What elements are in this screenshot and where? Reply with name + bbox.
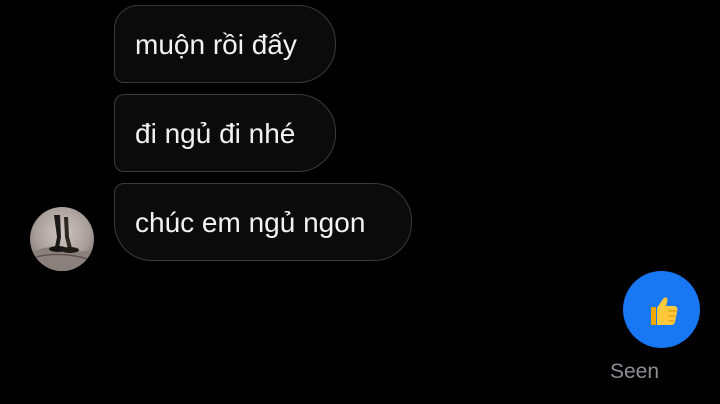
- message-text: chúc em ngủ ngon: [135, 207, 366, 238]
- profile-photo-icon: [30, 207, 94, 271]
- message-bubble[interactable]: chúc em ngủ ngon: [114, 183, 412, 261]
- message-text: muộn rồi đấy: [135, 29, 297, 60]
- message-bubble[interactable]: đi ngủ đi nhé: [114, 94, 336, 172]
- message-text: đi ngủ đi nhé: [135, 118, 296, 149]
- like-button[interactable]: [623, 271, 700, 348]
- thumbs-up-icon: [650, 296, 678, 325]
- avatar[interactable]: [30, 207, 94, 271]
- seen-status: Seen: [610, 360, 660, 383]
- message-bubble[interactable]: muộn rồi đấy: [114, 5, 336, 83]
